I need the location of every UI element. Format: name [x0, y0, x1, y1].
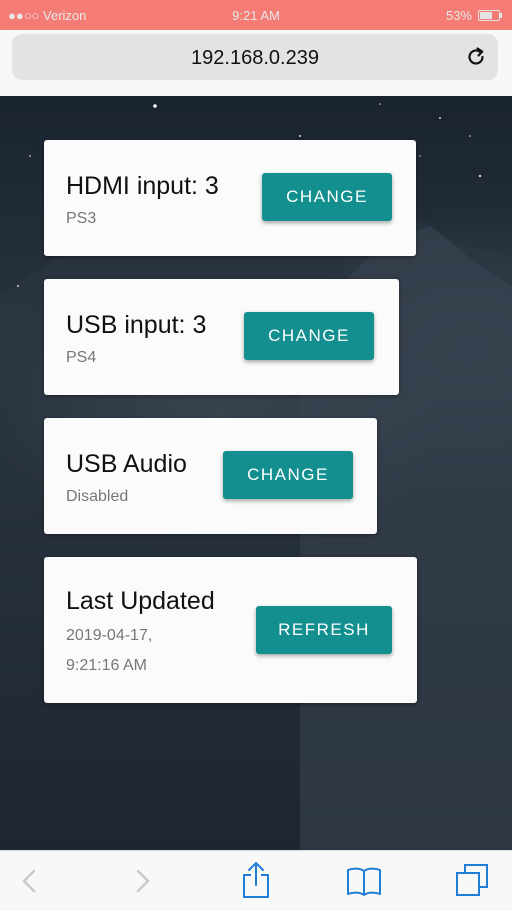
last-updated-title: Last Updated — [66, 587, 215, 615]
hdmi-change-button[interactable]: CHANGE — [262, 173, 392, 221]
usb-change-button[interactable]: CHANGE — [244, 312, 374, 360]
page-content: HDMI input: 3 PS3 CHANGE USB input: 3 PS… — [0, 96, 512, 850]
browser-address-area: 192.168.0.239 — [0, 30, 512, 96]
usb-input-source: PS4 — [66, 349, 97, 366]
usb-audio-card: USB Audio Disabled CHANGE — [44, 418, 377, 534]
url-text[interactable]: 192.168.0.239 — [12, 47, 498, 70]
status-bar: ●●○○ Verizon 9:21 AM 53% — [0, 0, 512, 30]
reload-icon[interactable] — [464, 45, 488, 69]
last-updated-date: 2019-04-17, — [66, 627, 153, 644]
address-bar[interactable]: 192.168.0.239 — [12, 34, 498, 80]
usb-audio-status: Disabled — [66, 488, 129, 505]
last-updated-card: Last Updated 2019-04-17, 9:21:16 AM REFR… — [44, 557, 417, 703]
browser-toolbar — [0, 850, 512, 911]
share-icon[interactable] — [240, 861, 272, 899]
forward-icon[interactable] — [130, 865, 154, 897]
hdmi-input-card: HDMI input: 3 PS3 CHANGE — [44, 140, 416, 256]
usb-audio-title: USB Audio — [66, 450, 187, 478]
hdmi-input-source: PS3 — [66, 210, 97, 227]
usb-audio-change-button[interactable]: CHANGE — [223, 451, 353, 499]
usb-input-card: USB input: 3 PS4 CHANGE — [44, 279, 399, 395]
battery-percent: 53% — [445, 8, 472, 23]
last-updated-time: 9:21:16 AM — [66, 657, 147, 674]
status-time: 9:21 AM — [232, 8, 280, 23]
usb-input-title: USB input: 3 — [66, 311, 207, 339]
bookmarks-icon[interactable] — [346, 865, 382, 897]
tabs-icon[interactable] — [455, 863, 491, 899]
back-icon[interactable] — [18, 865, 42, 897]
refresh-button[interactable]: REFRESH — [256, 606, 392, 654]
battery-icon — [478, 10, 502, 21]
hdmi-input-title: HDMI input: 3 — [66, 172, 219, 200]
